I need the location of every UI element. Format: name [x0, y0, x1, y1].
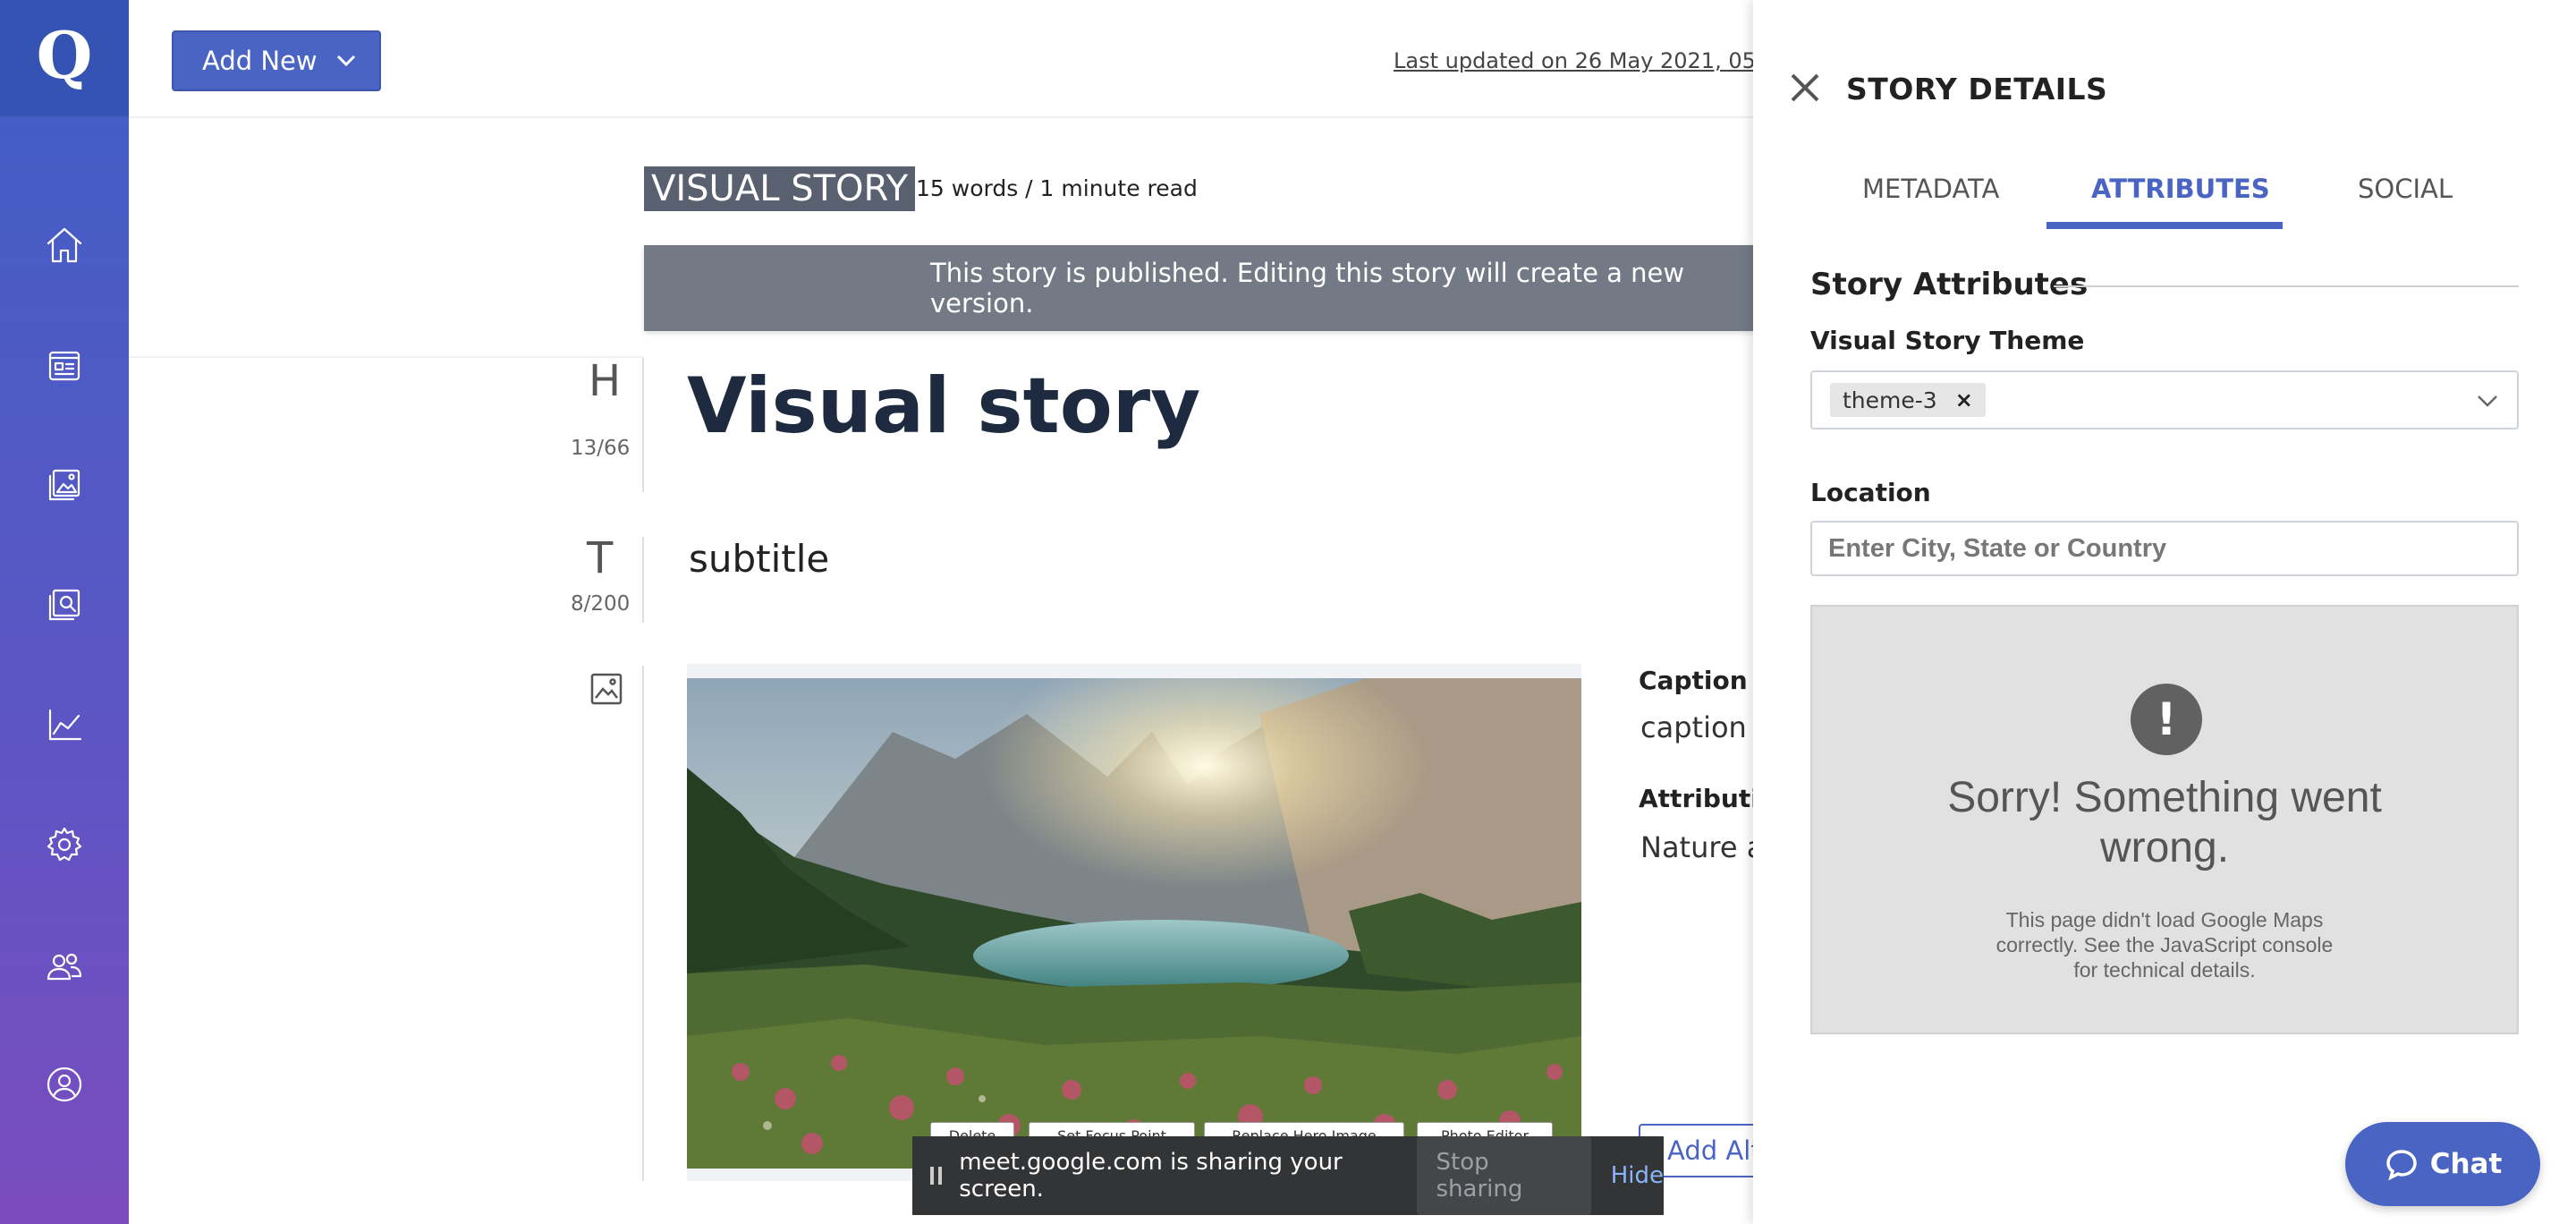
image-search-icon[interactable]	[39, 580, 89, 630]
publish-notice-text: This story is published. Editing this st…	[930, 258, 1685, 319]
screen-share-bar: meet.google.com is sharing your screen. …	[912, 1136, 1664, 1215]
users-icon[interactable]	[39, 941, 89, 991]
word-count: 15 words / 1 minute read	[916, 175, 1198, 201]
add-new-label: Add New	[202, 46, 318, 76]
theme-chip: theme-3 ×	[1830, 383, 1986, 417]
attribution-field[interactable]: Nature a	[1640, 830, 1764, 864]
stop-sharing-button[interactable]: Stop sharing	[1416, 1136, 1591, 1215]
subtitle-marker: T	[587, 533, 614, 583]
theme-chip-label: theme-3	[1843, 387, 1937, 413]
subtitle-rule	[642, 537, 644, 623]
home-icon[interactable]	[39, 220, 89, 270]
hero-image[interactable]	[687, 678, 1581, 1169]
chip-remove-icon[interactable]: ×	[1955, 387, 1973, 412]
analytics-icon[interactable]	[39, 700, 89, 750]
tab-attributes[interactable]: ATTRIBUTES	[2091, 174, 2270, 204]
last-updated-link[interactable]: Last updated on 26 May 2021, 05:28	[1394, 48, 1790, 73]
chat-bubble-icon	[2385, 1150, 2417, 1181]
subtitle-counter: 8/200	[571, 592, 631, 616]
panel-title: STORY DETAILS	[1846, 72, 2108, 106]
theme-label: Visual Story Theme	[1810, 326, 2085, 355]
location-placeholder: Enter City, State or Country	[1828, 533, 2167, 563]
active-tab-indicator	[2046, 222, 2283, 229]
heading-marker: H	[589, 356, 622, 406]
map-error-box: ! Sorry! Something went wrong. This page…	[1810, 605, 2519, 1034]
location-label: Location	[1810, 478, 1931, 507]
section-divider	[2054, 285, 2519, 287]
divider	[129, 356, 644, 358]
close-icon[interactable]	[1787, 70, 1823, 106]
error-title: Sorry! Something went wrong.	[1947, 774, 2382, 871]
heading-rule	[642, 358, 644, 492]
stories-icon[interactable]	[39, 340, 89, 390]
image-rule	[642, 666, 644, 1181]
chevron-down-icon[interactable]	[2476, 392, 2499, 410]
tab-metadata[interactable]: METADATA	[1862, 174, 1999, 204]
sidebar: Q	[0, 0, 129, 1224]
location-input[interactable]: Enter City, State or Country	[1810, 521, 2519, 576]
hide-button[interactable]: Hide	[1611, 1162, 1664, 1189]
theme-select[interactable]: theme-3 ×	[1810, 370, 2519, 429]
add-alt-label: Add Alt	[1667, 1135, 1761, 1166]
add-new-button[interactable]: Add New	[172, 30, 381, 91]
tab-social[interactable]: SOCIAL	[2358, 174, 2453, 204]
story-title[interactable]: Visual story	[687, 361, 1200, 451]
chevron-down-icon	[336, 55, 355, 67]
chat-button[interactable]: Chat	[2345, 1122, 2540, 1206]
error-icon: !	[2131, 684, 2202, 755]
brand-logo[interactable]: Q	[0, 0, 129, 116]
svg-text:Q: Q	[37, 22, 93, 93]
heading-counter: 13/66	[571, 437, 631, 460]
settings-icon[interactable]	[39, 820, 89, 870]
story-type-badge: VISUAL STORY	[644, 166, 916, 211]
image-element-icon	[589, 671, 624, 707]
share-message: meet.google.com is sharing your screen.	[959, 1149, 1343, 1203]
caption-field[interactable]: caption	[1640, 710, 1747, 744]
pause-icon	[930, 1167, 948, 1185]
caption-label: Caption	[1639, 666, 1748, 695]
error-detail: This page didn't load Google Maps correc…	[1996, 908, 2334, 982]
profile-icon[interactable]	[39, 1059, 89, 1109]
section-title: Story Attributes	[1810, 267, 2089, 302]
media-icon[interactable]	[39, 460, 89, 510]
chat-label: Chat	[2429, 1148, 2503, 1180]
publish-notice: This story is published. Editing this st…	[644, 245, 1771, 331]
logo-icon: Q	[37, 22, 93, 93]
story-details-panel: STORY DETAILS METADATA ATTRIBUTES SOCIAL…	[1753, 0, 2576, 1224]
story-subtitle[interactable]: subtitle	[689, 537, 829, 581]
